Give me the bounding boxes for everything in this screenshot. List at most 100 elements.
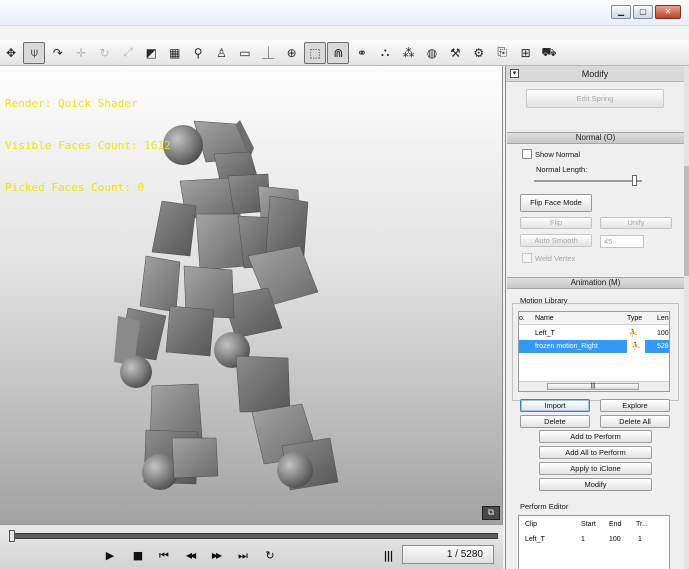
unify-button[interactable]: Unify [600,217,672,229]
motion-table-hscroll[interactable]: ||| [519,381,669,391]
table-row[interactable]: Left_T ⛹ 100 [519,327,669,340]
main-toolbar: ✥ ⍦ ↷ ✛ ↻ ⤢ ◩ ▦ ⚲ ♙ ▭ ⏊ ⊕ ⬚ ⋒ ⚭ ⛬ ⁂ ◍ ⚒ ⚙ ⎘ ⊞ ⛟ [0,40,689,66]
rewind-icon[interactable]: ◀◀ [180,547,200,565]
close-icon[interactable]: ✕ [655,5,681,19]
motion-name: Left_T [535,330,555,337]
animation-section-header[interactable]: Animation (M) [507,277,684,289]
weld-vertex-checkbox[interactable] [522,253,532,263]
add-to-perform-button[interactable]: Add to Perform [539,430,652,443]
normal-length-track[interactable] [534,180,642,182]
delete-button[interactable]: Delete [520,415,590,428]
apply-to-iclone-button[interactable]: Apply to iClone [539,462,652,475]
clip-name: Left_T [525,536,545,543]
minimize-icon[interactable]: ▁ [611,5,631,19]
smooth-angle-value: 45 [604,237,613,246]
panel-scroll-thumb[interactable] [684,166,689,276]
delete-all-button[interactable]: Delete All [600,415,670,428]
figure-icon[interactable]: ♙ [211,42,233,64]
viewport-window-icon[interactable]: ⧉ [482,506,500,520]
flip-face-mode-button[interactable]: Flip Face Mode [520,194,592,212]
frame-counter[interactable]: 1 / 5280 [402,545,494,564]
loop-icon[interactable]: ↻ [260,547,280,565]
render-stats: Render: Quick Shader Visible Faces Count… [5,69,171,223]
3d-viewport[interactable]: Render: Quick Shader Visible Faces Count… [0,66,503,524]
select-region-icon[interactable]: ⬚ [304,41,327,64]
sphere-icon[interactable]: ◍ [421,42,443,64]
motion-name: frozen motion_Right [535,343,598,350]
col-end-header[interactable]: End [609,518,633,531]
magnet-icon[interactable]: ⋒ [327,41,350,64]
grid-icon[interactable]: ▦ [164,42,186,64]
add-all-to-perform-button[interactable]: Add All to Perform [539,446,652,459]
pose-tool-icon[interactable]: ⍦ [23,41,46,64]
panel-header: ▾ Modify [506,66,684,82]
panel-title: Modify [581,69,609,79]
table-row[interactable]: Left_T 1 100 1 [519,533,669,546]
motion-length: 100 [657,330,669,337]
normal-section-header[interactable]: Normal (O) [507,132,684,144]
import-button[interactable]: Import [520,399,590,412]
last-frame-icon[interactable]: ⏭ [233,547,253,565]
pivot-icon[interactable]: ⏊ [257,42,279,64]
play-icon[interactable]: ▶ [100,547,120,565]
edit-spring-button[interactable]: Edit Spring [526,89,664,108]
modify-panel: ▾ Modify Edit Spring Normal (O) Show Nor… [505,66,689,569]
color-balls-icon[interactable]: ⁂ [398,42,420,64]
auto-smooth-button[interactable]: Auto Smooth [520,234,592,247]
modify-button[interactable]: Modify [539,478,652,491]
normal-length-slider[interactable] [632,175,637,186]
nodes-icon[interactable]: ⛬ [374,42,396,64]
package-icon[interactable]: ⊞ [515,42,537,64]
timeline-scrubber[interactable] [9,530,15,542]
globe-icon[interactable]: ⊕ [281,42,303,64]
scale-tool-icon[interactable]: ⤢ [117,42,139,64]
perform-editor-label: Perform Editor [520,502,569,511]
settings-plus-icon[interactable]: ⚙ [468,42,490,64]
playback-bar: ▶ ■ ⏮ ◀◀ ▶▶ ⏭ ↻ ||| 1 / 5280 [0,524,503,569]
stop-icon[interactable]: ■ [128,547,148,565]
col-index-header[interactable]: o. [519,312,533,325]
bone-icon[interactable]: ⚲ [187,42,209,64]
menu-gap [0,26,689,40]
render-mode-text: Render: Quick Shader [5,97,138,110]
link-icon[interactable]: ⚭ [351,42,373,64]
markers-icon[interactable]: ||| [378,547,398,565]
rotate-tool-icon[interactable]: ↻ [94,42,116,64]
table-row-selected[interactable]: frozen motion_Right ⛹ 5280 [519,340,669,353]
clip-end: 100 [609,536,621,543]
move-tool-icon[interactable]: ✥ [0,42,22,64]
col-length-header[interactable]: Leng [657,312,669,325]
collapse-icon[interactable]: ▾ [510,69,519,78]
timeline-track[interactable] [10,533,498,539]
col-transition-header[interactable]: Tr... [636,518,666,531]
hscroll-thumb[interactable]: ||| [547,383,639,390]
walk-icon: ⛹ [627,340,645,353]
flip-button[interactable]: Flip [520,217,592,229]
window-controls: ▁ ▢ ✕ [611,5,681,19]
window-titlebar: ▁ ▢ ✕ [0,0,689,26]
explore-button[interactable]: Explore [600,399,670,412]
wrench-icon[interactable]: ⚒ [444,42,466,64]
col-name-header[interactable]: Name [535,312,625,325]
clip-start: 1 [581,536,585,543]
perform-table-header: Clip Start End Tr... [519,518,669,531]
maximize-icon[interactable]: ▢ [633,5,653,19]
col-type-header[interactable]: Type [627,312,655,325]
show-normal-checkbox[interactable] [522,149,532,159]
fast-forward-icon[interactable]: ▶▶ [206,547,226,565]
smooth-angle-input[interactable]: 45 [600,235,644,248]
first-frame-icon[interactable]: ⏮ [154,547,174,565]
panel-scrollbar[interactable] [684,66,689,569]
motion-library-table: o. Name Type Leng Left_T ⛹ 100 frozen mo… [518,311,670,392]
box-icon[interactable]: ◩ [140,42,162,64]
col-start-header[interactable]: Start [581,518,605,531]
export-icon[interactable]: ⎘ [491,42,513,64]
walk-icon: ⛹ [629,330,638,337]
bend-tool-icon[interactable]: ↷ [47,42,69,64]
cart-icon[interactable]: ⛟ [538,42,560,64]
col-clip-header[interactable]: Clip [525,518,565,531]
axis-move-icon[interactable]: ✛ [70,42,92,64]
perform-editor-table: Clip Start End Tr... Left_T 1 100 1 [518,515,670,569]
plane-icon[interactable]: ▭ [234,42,256,64]
normal-length-label: Normal Length: [536,165,588,174]
